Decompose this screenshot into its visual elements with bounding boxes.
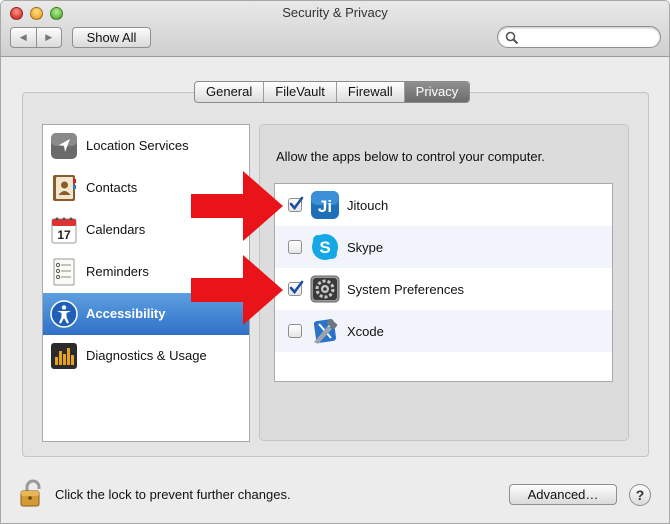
app-label: Skype bbox=[347, 240, 384, 255]
sidebar-item-label: Contacts bbox=[86, 180, 138, 195]
sidebar-item-label: Location Services bbox=[86, 138, 189, 153]
sidebar-item-label: Diagnostics & Usage bbox=[86, 348, 207, 363]
skype-icon-text: S bbox=[319, 238, 330, 257]
app-label: Jitouch bbox=[347, 198, 389, 213]
lock-message: Click the lock to prevent further change… bbox=[55, 487, 291, 502]
help-button[interactable]: ? bbox=[629, 484, 651, 506]
sidebar-item-label: Reminders bbox=[86, 264, 149, 279]
jitouch-icon-text: Ji bbox=[318, 197, 332, 216]
show-all-button[interactable]: Show All bbox=[72, 27, 151, 48]
sidebar-item-diagnostics-usage[interactable]: Diagnostics & Usage bbox=[43, 335, 249, 377]
tab-privacy[interactable]: Privacy bbox=[404, 82, 470, 102]
skype-checkbox[interactable] bbox=[288, 240, 302, 254]
search-input[interactable] bbox=[522, 29, 652, 45]
tab-general[interactable]: General bbox=[195, 82, 265, 102]
app-label: Xcode bbox=[347, 324, 384, 339]
security-privacy-window: Security & Privacy ◀ ▶ Show All General … bbox=[0, 0, 670, 524]
diagnostics-icon bbox=[51, 343, 77, 369]
back-forward-control: ◀ ▶ bbox=[10, 27, 62, 48]
forward-button[interactable]: ▶ bbox=[37, 28, 62, 47]
annotation-arrow-jitouch bbox=[191, 171, 283, 241]
xcode-icon bbox=[313, 318, 338, 344]
search-field[interactable] bbox=[497, 26, 661, 48]
sidebar-item-label: Calendars bbox=[86, 222, 146, 237]
panel-prompt: Allow the apps below to control your com… bbox=[276, 149, 545, 164]
xcode-checkbox[interactable] bbox=[288, 324, 302, 338]
app-label: System Preferences bbox=[347, 282, 465, 297]
jitouch-icon: Ji bbox=[311, 191, 339, 219]
calendar-icon: 17 bbox=[51, 217, 77, 244]
sidebar-item-label: Accessibility bbox=[86, 306, 166, 321]
app-row-xcode[interactable]: Xcode bbox=[275, 310, 612, 352]
back-button[interactable]: ◀ bbox=[11, 28, 37, 47]
contacts-book-icon bbox=[53, 175, 76, 201]
window-title: Security & Privacy bbox=[282, 5, 388, 20]
system-preferences-icon bbox=[310, 275, 340, 303]
app-row-jitouch[interactable]: Ji Jitouch bbox=[275, 184, 612, 226]
tab-filevault[interactable]: FileVault bbox=[264, 82, 337, 102]
jitouch-checkbox[interactable] bbox=[288, 196, 304, 212]
checkmark-icon bbox=[289, 280, 304, 295]
search-icon bbox=[505, 31, 519, 45]
checkmark-icon bbox=[289, 196, 304, 211]
app-row-skype[interactable]: S Skype bbox=[275, 226, 612, 268]
allowed-apps-list: Ji Jitouch S Skype System Preferences Xc… bbox=[274, 183, 613, 382]
system-preferences-checkbox[interactable] bbox=[288, 280, 304, 296]
lock-icon[interactable] bbox=[19, 478, 45, 508]
advanced-button[interactable]: Advanced… bbox=[509, 484, 617, 505]
accessibility-icon bbox=[50, 300, 78, 328]
location-arrow-icon bbox=[51, 133, 77, 159]
tab-bar: General FileVault Firewall Privacy bbox=[194, 81, 471, 103]
app-row-system-preferences[interactable]: System Preferences bbox=[275, 268, 612, 310]
title-bar: Security & Privacy ◀ ▶ Show All bbox=[1, 1, 669, 57]
sidebar-item-location-services[interactable]: Location Services bbox=[43, 125, 249, 167]
tab-firewall[interactable]: Firewall bbox=[337, 82, 405, 102]
reminders-list-icon bbox=[53, 258, 75, 286]
skype-icon: S bbox=[312, 234, 338, 260]
calendar-day: 17 bbox=[57, 228, 71, 242]
back-arrow-icon: ◀ bbox=[19, 32, 27, 42]
annotation-arrow-system-preferences bbox=[191, 255, 283, 325]
forward-arrow-icon: ▶ bbox=[45, 32, 53, 42]
